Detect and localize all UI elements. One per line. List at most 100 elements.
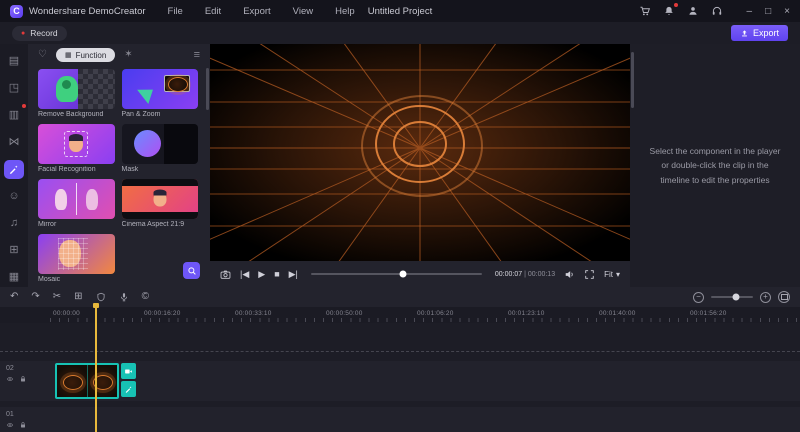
redo-icon[interactable]: ↷ [31,292,39,302]
timeline-zoom-controls: − + [693,291,790,303]
menu-edit[interactable]: Edit [205,6,221,17]
timeline-ruler[interactable]: 00:00:00 00:00:16:20 00:00:33:10 00:00:5… [0,307,800,323]
video-canvas[interactable] [210,44,630,261]
effect-label: Cinema Aspect 21:9 [122,221,199,228]
seek-slider[interactable] [311,273,482,275]
next-frame-button[interactable]: ▶| [289,270,298,279]
sidebar-item-stickers[interactable]: ☺ [4,187,24,206]
export-upload-icon [740,29,749,38]
fullscreen-icon[interactable] [584,269,595,280]
effects-tabs: ♡ ▦ Function ✶ ≡ [28,44,210,66]
track-02[interactable]: 02 [0,361,800,401]
previous-frame-button[interactable]: |◀ [240,270,249,279]
effect-card-pan-zoom[interactable]: Pan & Zoom [122,69,199,118]
undo-icon[interactable]: ↶ [10,292,18,302]
playhead[interactable] [95,303,97,432]
ruler-label: 00:00:00 [53,310,80,317]
sidebar-item-effects[interactable] [4,160,24,179]
track-lock-icon[interactable] [19,421,27,429]
track-number: 02 [6,365,27,372]
effect-card-cinema-aspect[interactable]: Cinema Aspect 21:9 [122,179,199,228]
panel-menu-icon[interactable]: ≡ [194,50,200,61]
video-clip[interactable] [55,363,119,399]
minimize-button[interactable]: – [747,6,753,17]
app-name: Wondershare DemoCreator [29,6,146,17]
favorites-heart-icon[interactable]: ♡ [38,50,47,60]
clip-actions [121,363,136,397]
fit-dropdown[interactable]: Fit ▾ [604,270,620,279]
record-label: Record [30,28,57,38]
copyright-watermark-icon[interactable]: © [142,292,149,302]
properties-scrollbar[interactable] [631,52,634,108]
effects-panel: ♡ ▦ Function ✶ ≡ Remove Background Pan &… [28,44,210,287]
effect-art [69,136,83,152]
effect-card-mosaic[interactable]: Mosaic [38,234,115,283]
effect-card-facial-recognition[interactable]: Facial Recognition [38,124,115,173]
total-time: 00:00:13 [528,271,555,278]
stickers-icon: ☺ [8,191,19,202]
clip-effect-action-button[interactable] [121,381,136,397]
effect-art [55,189,67,210]
window-controls: – □ × [747,6,790,17]
play-button[interactable]: ▶ [258,270,265,279]
zoom-fit-icon[interactable] [778,291,790,303]
app-logo: C [10,5,23,18]
menu-export[interactable]: Export [243,6,270,17]
zoom-handle[interactable] [733,294,740,301]
sidebar-item-annotations[interactable]: ◳ [4,79,24,98]
notification-badge [674,3,678,7]
crop-icon[interactable]: ⊞ [74,292,82,302]
cursor-shield-icon[interactable] [96,292,106,302]
effects-scrollbar[interactable] [206,68,209,110]
track-visibility-eye-icon[interactable] [6,375,14,383]
sidebar-item-captions[interactable]: ▥ [4,106,24,125]
track-lock-icon[interactable] [19,375,27,383]
grid-icon: ▦ [65,52,72,59]
sidebar-item-audio[interactable]: ♫ [4,214,24,233]
notifications-bell-icon[interactable] [663,5,676,18]
track-visibility-eye-icon[interactable] [6,421,14,429]
seek-handle[interactable] [400,271,407,278]
transitions-icon: ⋈ [9,137,20,148]
search-button[interactable] [183,262,200,279]
effect-card-mirror[interactable]: Mirror [38,179,115,228]
sidebar-item-templates[interactable]: ▦ [4,268,24,287]
zoom-in-button[interactable]: + [760,292,771,303]
menu-view[interactable]: View [293,6,313,17]
sidebar-item-media[interactable]: ▤ [4,52,24,71]
voiceover-mic-icon[interactable] [119,292,129,302]
zoom-slider[interactable] [711,296,753,298]
support-headset-icon[interactable] [711,5,724,18]
wand-icon [124,385,133,394]
timeline-tracks[interactable]: 02 01 [0,323,800,432]
account-user-icon[interactable] [687,5,700,18]
tab-function[interactable]: ▦ Function [56,48,115,62]
store-cart-icon[interactable] [639,5,652,18]
split-scissors-icon[interactable]: ✂ [53,292,61,302]
ruler-label: 00:00:50:00 [326,310,363,317]
magic-wand-icon [8,164,20,176]
clip-video-action-button[interactable] [121,363,136,379]
menubar: File Edit Export View Help [168,6,355,17]
export-button[interactable]: Export [731,25,788,41]
templates-icon: ▦ [9,272,19,283]
stop-button[interactable]: ■ [274,270,279,279]
menu-file[interactable]: File [168,6,183,17]
volume-icon[interactable] [564,269,575,280]
sidebar-item-transitions[interactable]: ⋈ [4,133,24,152]
close-button[interactable]: × [784,6,790,17]
snapshot-camera-icon[interactable] [220,269,231,280]
chevron-down-icon: ▾ [616,270,620,279]
track-number: 01 [6,411,27,418]
record-button[interactable]: ● Record [12,26,67,41]
navigation-sidebar: ▤ ◳ ▥ ⋈ ☺ ♫ ⊞ ▦ [0,44,28,287]
effect-card-remove-background[interactable]: Remove Background [38,69,115,118]
sidebar-item-plugins[interactable]: ⊞ [4,241,24,260]
my-effects-icon[interactable]: ✶ [124,50,132,60]
properties-panel: Select the component in the player or do… [630,44,800,287]
effect-card-mask[interactable]: Mask [122,124,199,173]
zoom-out-button[interactable]: − [693,292,704,303]
maximize-button[interactable]: □ [765,6,771,17]
menu-help[interactable]: Help [335,6,355,17]
track-01[interactable]: 01 [0,407,800,432]
